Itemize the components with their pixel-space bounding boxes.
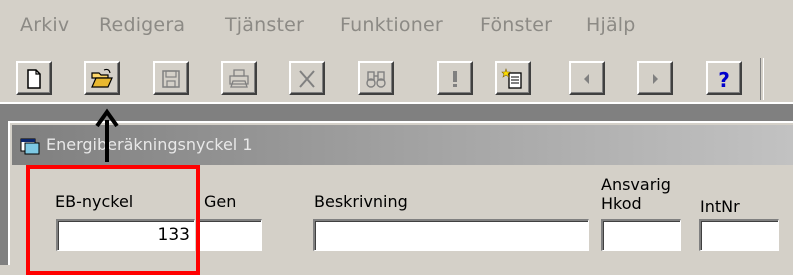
new-page-icon: [501, 68, 522, 89]
hkod-field[interactable]: [601, 219, 681, 251]
menu-hjalp[interactable]: Hjälp: [586, 14, 636, 36]
ansvarig-label: Ansvarig: [601, 175, 671, 194]
next-arrow-icon: [653, 74, 658, 84]
open-button[interactable]: [84, 61, 120, 95]
menu-bar: Arkiv Redigera Tjänster Funktioner Fönst…: [0, 0, 793, 52]
save-button[interactable]: [153, 61, 189, 95]
menu-arkiv[interactable]: Arkiv: [20, 14, 69, 36]
toolbar: ?: [0, 52, 793, 102]
window-title: Energiberäkningsnyckel 1: [46, 135, 253, 154]
print-icon: [229, 69, 249, 88]
menu-fonster[interactable]: Fönster: [480, 14, 552, 36]
save-disk-icon: [162, 70, 180, 88]
find-button[interactable]: [358, 61, 394, 95]
beskrivning-field[interactable]: [313, 219, 589, 251]
annotation-arrow-icon: [95, 108, 119, 162]
new-button[interactable]: [16, 61, 52, 95]
help-question-icon: ?: [718, 68, 730, 91]
delete-x-icon: [299, 70, 315, 88]
menu-funktioner[interactable]: Funktioner: [340, 14, 443, 36]
hkod-label: Hkod: [601, 194, 642, 213]
help-button[interactable]: ?: [706, 61, 742, 95]
exclamation-button[interactable]: [437, 61, 473, 95]
previous-arrow-icon: [584, 74, 589, 84]
gen-field[interactable]: [196, 219, 262, 251]
exclamation-icon: [453, 71, 457, 87]
mdi-top-border: [0, 102, 793, 104]
window-icon: [20, 138, 40, 155]
toolbar-separator: [760, 58, 764, 100]
intnr-label: IntNr: [700, 197, 740, 216]
menu-redigera[interactable]: Redigera: [99, 14, 185, 36]
intnr-field[interactable]: [699, 219, 779, 251]
menu-tjanster[interactable]: Tjänster: [225, 14, 304, 36]
child-title-bar[interactable]: Energiberäkningsnyckel 1: [12, 125, 793, 165]
new-page-button[interactable]: [495, 61, 531, 95]
find-binoculars-icon: [366, 71, 386, 88]
highlight-box: [26, 165, 200, 275]
delete-button[interactable]: [289, 61, 325, 95]
open-folder-icon: [91, 68, 113, 88]
new-document-icon: [27, 69, 41, 89]
next-button[interactable]: [637, 61, 673, 95]
previous-button[interactable]: [569, 61, 605, 95]
svg-text:?: ?: [718, 68, 730, 91]
print-button[interactable]: [221, 61, 257, 95]
gen-label: Gen: [204, 192, 237, 211]
beskrivning-label: Beskrivning: [314, 192, 408, 211]
